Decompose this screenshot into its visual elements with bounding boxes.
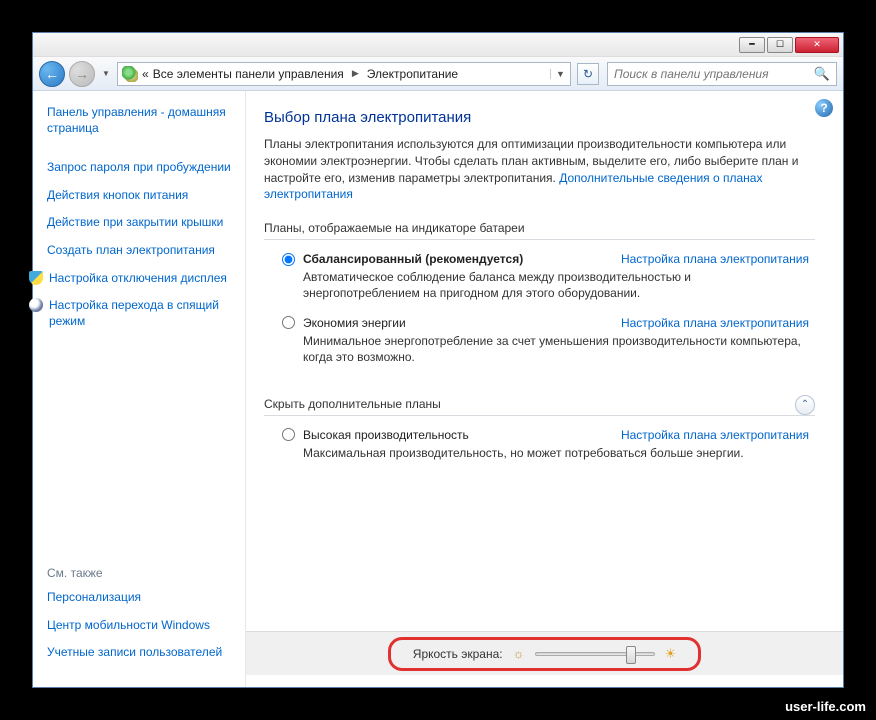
plan-saver: Экономия энергии Настройка плана электро… bbox=[264, 316, 815, 379]
plan-radio-high[interactable] bbox=[282, 428, 295, 441]
main-panel: ? Выбор плана электропитания Планы элект… bbox=[245, 91, 843, 687]
brightness-label: Яркость экрана: bbox=[413, 647, 503, 661]
plan-radio-balanced[interactable] bbox=[282, 253, 295, 266]
plan-high-performance: Высокая производительность Настройка пла… bbox=[264, 428, 815, 475]
plan-radio-saver[interactable] bbox=[282, 316, 295, 329]
search-input[interactable] bbox=[614, 67, 814, 81]
sidebar-link[interactable]: Запрос пароля при пробуждении bbox=[47, 160, 237, 176]
see-also-link[interactable]: Учетные записи пользователей bbox=[47, 645, 237, 661]
additional-plans-group: Скрыть дополнительные планы ⌃ Высокая пр… bbox=[264, 397, 815, 475]
configure-plan-link[interactable]: Настройка плана электропитания bbox=[621, 252, 809, 266]
plan-description: Минимальное энергопотребление за счет ум… bbox=[303, 333, 809, 365]
brightness-slider[interactable] bbox=[535, 652, 655, 656]
group-label: Планы, отображаемые на индикаторе батаре… bbox=[264, 221, 815, 235]
plan-balanced: Сбалансированный (рекомендуется) Настрой… bbox=[264, 252, 815, 315]
content-area: Панель управления - домашняя страница За… bbox=[33, 91, 843, 687]
sleep-mode-link[interactable]: Настройка перехода в спящий режим bbox=[29, 298, 237, 329]
plan-description: Максимальная производительность, но може… bbox=[303, 445, 809, 461]
sidebar-link[interactable]: Создать план электропитания bbox=[47, 243, 237, 259]
plan-name: Экономия энергии bbox=[303, 316, 406, 330]
search-box[interactable]: 🔍 bbox=[607, 62, 837, 86]
display-off-link[interactable]: Настройка отключения дисплея bbox=[29, 271, 237, 287]
arrow-right-icon: → bbox=[75, 66, 89, 82]
forward-button[interactable]: → bbox=[69, 61, 95, 87]
refresh-icon: ↻ bbox=[583, 67, 593, 81]
slider-thumb[interactable] bbox=[626, 646, 636, 664]
group-label: Скрыть дополнительные планы bbox=[264, 397, 815, 411]
address-bar[interactable]: « Все элементы панели управления ▶ Элект… bbox=[117, 62, 571, 86]
sun-bright-icon: ☀ bbox=[665, 646, 677, 662]
page-description: Планы электропитания используются для оп… bbox=[264, 136, 815, 203]
navigation-bar: ← → ▼ « Все элементы панели управления ▶… bbox=[33, 57, 843, 91]
control-panel-icon bbox=[122, 66, 138, 82]
battery-plans-group: Планы, отображаемые на индикаторе батаре… bbox=[264, 221, 815, 379]
see-also-link[interactable]: Персонализация bbox=[47, 590, 237, 606]
help-icon[interactable]: ? bbox=[815, 99, 833, 117]
configure-plan-link[interactable]: Настройка плана электропитания bbox=[621, 428, 809, 442]
breadcrumb-prefix: « bbox=[142, 67, 149, 81]
watermark: user-life.com bbox=[785, 699, 866, 714]
close-button[interactable]: ✕ bbox=[795, 37, 839, 53]
sun-dim-icon: ☼ bbox=[513, 646, 525, 661]
search-icon[interactable]: 🔍 bbox=[814, 66, 830, 82]
plan-description: Автоматическое соблюдение баланса между … bbox=[303, 269, 809, 301]
sidebar-link[interactable]: Действие при закрытии крышки bbox=[47, 215, 237, 231]
shield-icon bbox=[29, 271, 43, 285]
configure-plan-link[interactable]: Настройка плана электропитания bbox=[621, 316, 809, 330]
see-also-heading: См. также bbox=[47, 566, 237, 580]
sidebar: Панель управления - домашняя страница За… bbox=[33, 91, 245, 687]
arrow-left-icon: ← bbox=[45, 66, 59, 82]
minimize-button[interactable]: ━ bbox=[739, 37, 765, 53]
maximize-button[interactable]: ☐ bbox=[767, 37, 793, 53]
control-panel-home-link[interactable]: Панель управления - домашняя страница bbox=[47, 105, 237, 136]
address-dropdown[interactable]: ▼ bbox=[550, 69, 566, 79]
breadcrumb-item[interactable]: Электропитание bbox=[367, 67, 458, 81]
history-dropdown[interactable]: ▼ bbox=[99, 63, 113, 85]
moon-icon bbox=[29, 298, 43, 312]
plan-name: Высокая производительность bbox=[303, 428, 469, 442]
breadcrumb-item[interactable]: Все элементы панели управления bbox=[153, 67, 344, 81]
sidebar-link-label: Настройка отключения дисплея bbox=[49, 271, 227, 287]
refresh-button[interactable]: ↻ bbox=[577, 63, 599, 85]
page-title: Выбор плана электропитания bbox=[264, 109, 815, 126]
chevron-right-icon[interactable]: ▶ bbox=[348, 68, 363, 79]
plan-name: Сбалансированный (рекомендуется) bbox=[303, 252, 523, 266]
window-frame: ━ ☐ ✕ ← → ▼ « Все элементы панели управл… bbox=[32, 32, 844, 688]
see-also-link[interactable]: Центр мобильности Windows bbox=[47, 618, 237, 634]
sidebar-link[interactable]: Действия кнопок питания bbox=[47, 188, 237, 204]
chevron-up-icon: ⌃ bbox=[801, 399, 809, 410]
back-button[interactable]: ← bbox=[39, 61, 65, 87]
sidebar-link-label: Настройка перехода в спящий режим bbox=[49, 298, 237, 329]
footer-bar: Яркость экрана: ☼ ☀ bbox=[246, 631, 843, 675]
brightness-control-highlight: Яркость экрана: ☼ ☀ bbox=[388, 637, 701, 671]
titlebar: ━ ☐ ✕ bbox=[33, 33, 843, 57]
collapse-button[interactable]: ⌃ bbox=[795, 395, 815, 415]
